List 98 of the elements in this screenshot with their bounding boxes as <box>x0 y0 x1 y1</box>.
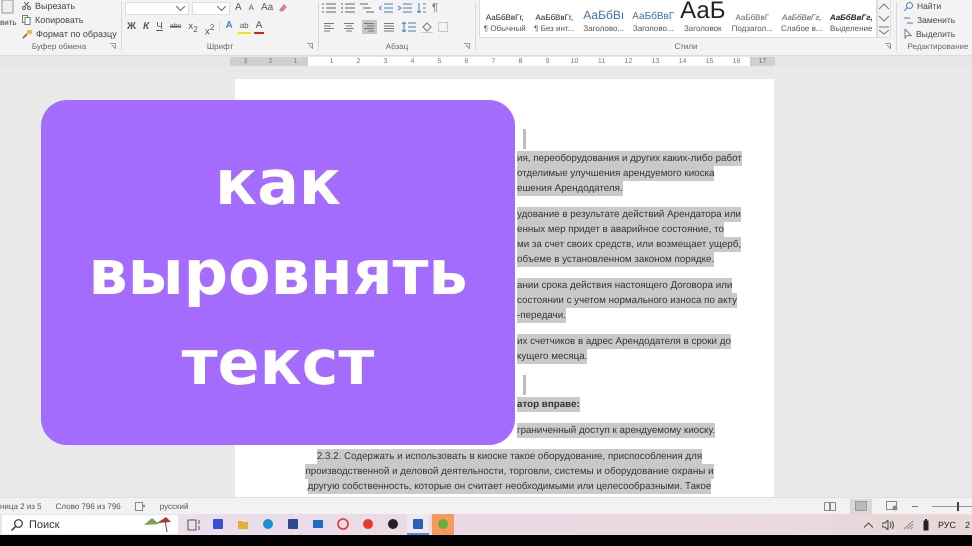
bullet-list-icon[interactable] <box>322 3 336 13</box>
chevron-up-icon[interactable] <box>864 522 873 528</box>
read-mode-icon[interactable] <box>824 502 836 510</box>
page-icon <box>855 501 867 511</box>
align-left-button[interactable] <box>322 20 337 34</box>
show-marks-button[interactable]: ¶ <box>432 2 438 14</box>
circle-icon <box>387 518 399 530</box>
replace-icon[interactable] <box>904 16 913 24</box>
numbered-list-icon[interactable] <box>341 3 355 13</box>
font-name-field[interactable] <box>125 2 189 14</box>
format-button[interactable]: К <box>141 20 152 34</box>
wifi-icon[interactable] <box>902 520 914 530</box>
borders-icon[interactable] <box>438 22 448 32</box>
align-icon <box>364 22 375 32</box>
language-status[interactable]: русский <box>160 502 188 510</box>
align-icon <box>324 22 335 32</box>
print-layout-button[interactable] <box>850 498 872 514</box>
align-icon <box>344 22 355 32</box>
cut-button[interactable]: Вырезать <box>35 1 76 11</box>
proofing-icon[interactable] <box>134 502 146 510</box>
chevron-down-icon[interactable] <box>878 14 890 23</box>
font-size-field[interactable] <box>192 2 230 14</box>
style-item[interactable]: АаБбВвГг, ¶ Без инт... <box>530 0 579 37</box>
format-button[interactable]: Ч <box>154 20 165 34</box>
title-text: выровнять <box>88 234 468 310</box>
increase-indent-icon[interactable] <box>398 3 412 13</box>
selection-mark <box>523 129 526 149</box>
decrease-indent-icon[interactable] <box>379 3 393 13</box>
select-button[interactable]: Выделить <box>916 29 956 39</box>
format-button[interactable]: x$^{2}$ <box>202 20 216 34</box>
style-item[interactable]: АаБбВвГ Заголово... <box>628 0 678 37</box>
title-text: как <box>215 144 341 220</box>
document-icon <box>412 518 424 530</box>
chevron-up-icon[interactable] <box>878 2 890 11</box>
copy-button[interactable]: Копировать <box>35 15 84 25</box>
format-button[interactable]: x$_{2}$ <box>186 20 200 34</box>
group-label: Стили <box>674 42 698 50</box>
circle-icon <box>437 518 449 530</box>
launcher-icon[interactable] <box>110 43 116 49</box>
umbrella-icon[interactable] <box>142 516 172 534</box>
style-item[interactable]: АаБбВвГг, Слабое в... <box>777 0 826 37</box>
style-item[interactable]: АаБбВвГг, ¶ Обычный <box>480 0 530 37</box>
paint-bucket-icon[interactable] <box>421 22 433 32</box>
font-color-button[interactable]: A <box>254 20 264 34</box>
align-center-button[interactable] <box>342 20 357 34</box>
highlight-button[interactable]: ab <box>238 20 251 34</box>
style-item[interactable]: АаБ Заголовок <box>678 0 728 37</box>
clipboard-icon[interactable] <box>0 0 16 14</box>
replace-button[interactable]: Заменить <box>917 15 956 25</box>
group-label: Буфер обмена <box>32 42 86 50</box>
style-item[interactable]: АаБбВı Заголово... <box>579 0 628 37</box>
search-field[interactable]: Поиск <box>2 515 178 534</box>
chevron-down-icon <box>176 6 185 10</box>
cursor-icon[interactable] <box>904 29 912 39</box>
web-layout-icon[interactable] <box>886 501 898 511</box>
paste-button[interactable]: вить <box>0 18 18 27</box>
line-spacing-icon[interactable] <box>402 22 416 32</box>
style-item[interactable]: АаБбВвГг, Выделение <box>826 0 876 37</box>
align-justify-button[interactable] <box>382 20 397 34</box>
launcher-icon[interactable] <box>464 43 470 49</box>
keyboard-language[interactable]: РУС <box>938 520 956 530</box>
launcher-icon[interactable] <box>885 43 891 49</box>
ring-icon <box>337 518 349 530</box>
format-button[interactable]: Ж <box>125 20 138 34</box>
align-right-button[interactable] <box>362 20 377 34</box>
style-item[interactable]: АаБбВвГ Подзагол... <box>728 0 777 37</box>
page-count[interactable]: ница 2 из 5 <box>0 502 42 510</box>
copy-icon[interactable] <box>22 15 31 25</box>
shrink-font-button[interactable]: A <box>246 1 256 15</box>
eraser-icon[interactable] <box>278 3 288 13</box>
circle-icon <box>362 518 374 530</box>
chevron-down-icon <box>217 6 226 10</box>
group-label: Абзац <box>386 42 408 50</box>
word-count[interactable]: Слово 796 из 796 <box>56 502 121 510</box>
title-text: текст <box>182 324 374 400</box>
battery-icon[interactable] <box>922 518 929 530</box>
text-effects-button[interactable]: A <box>223 20 235 34</box>
tile-icon <box>212 518 224 530</box>
task-view-icon[interactable] <box>187 518 201 530</box>
search-icon[interactable] <box>904 2 913 10</box>
launcher-icon[interactable] <box>307 43 313 49</box>
format-painter-button[interactable]: Формат по образцу <box>36 29 117 39</box>
multilevel-list-icon[interactable] <box>360 3 374 13</box>
group-label: Шрифт <box>206 42 234 50</box>
grow-font-button[interactable]: A <box>233 1 244 15</box>
sort-icon[interactable] <box>417 3 427 13</box>
speaker-icon[interactable] <box>882 520 894 530</box>
more-icon[interactable] <box>878 26 890 36</box>
group-label: Редактирование <box>908 42 968 50</box>
align-icon <box>384 22 395 32</box>
search-icon <box>11 519 23 531</box>
find-button[interactable]: Найти <box>917 1 942 11</box>
scissors-icon[interactable] <box>22 2 31 10</box>
brush-icon[interactable] <box>22 30 32 38</box>
selection-mark <box>523 375 526 395</box>
change-case-button[interactable]: Aa <box>259 1 276 15</box>
square-icon <box>287 518 299 530</box>
clock[interactable]: 2 <box>964 520 970 530</box>
